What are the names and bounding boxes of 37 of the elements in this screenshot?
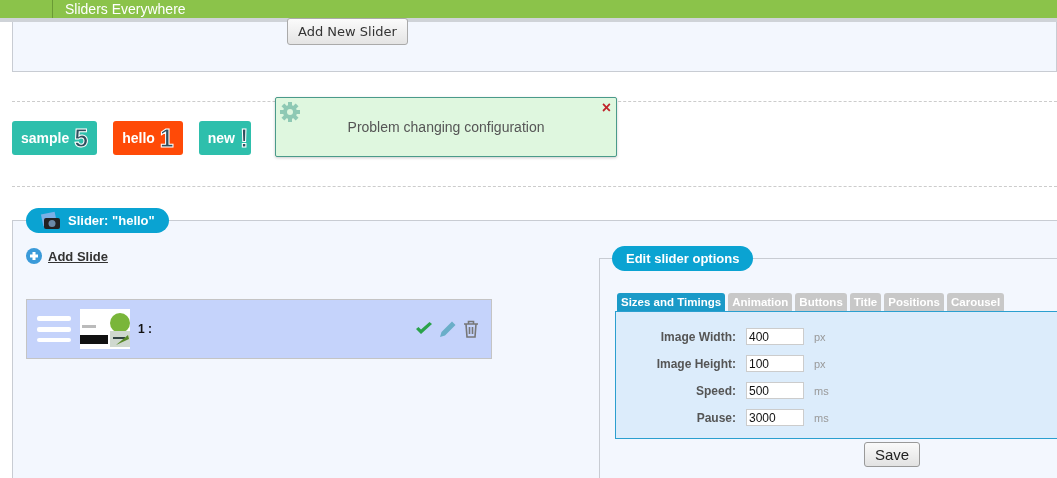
slider-tag[interactable]: new ! bbox=[198, 121, 252, 155]
unit-label: ms bbox=[814, 411, 830, 424]
slide-row[interactable]: 1 : bbox=[26, 299, 492, 359]
field-label: Image Height: bbox=[655, 356, 736, 371]
add-slider-button[interactable]: Add New Slider bbox=[287, 18, 408, 45]
add-slide-link[interactable]: Add Slide bbox=[26, 248, 108, 264]
app-title: Sliders Everywhere bbox=[52, 0, 186, 18]
slider-tag[interactable]: hello 1 bbox=[113, 121, 183, 155]
slider-title: Slider: "hello" bbox=[68, 213, 155, 228]
options-title-pill: Edit slider options bbox=[612, 246, 754, 271]
camera-icon bbox=[40, 210, 62, 231]
field-label: Image Width: bbox=[659, 329, 736, 344]
field-label: Speed: bbox=[695, 383, 736, 398]
slide-count: ! bbox=[239, 123, 249, 153]
slide-count: 5 bbox=[74, 123, 89, 153]
unit-label: px bbox=[814, 330, 827, 343]
close-button[interactable]: × bbox=[601, 100, 611, 116]
plus-icon bbox=[26, 248, 42, 264]
slider-name: sample bbox=[21, 130, 70, 146]
notification-message: Problem changing configuration bbox=[346, 119, 546, 135]
slide-count: 1 bbox=[159, 123, 174, 153]
save-button[interactable]: Save bbox=[864, 442, 921, 467]
tab[interactable]: Sizes and Timings bbox=[617, 293, 726, 311]
trash-icon[interactable] bbox=[463, 320, 479, 338]
unit-label: px bbox=[814, 357, 827, 370]
input-field[interactable]: 100 bbox=[746, 355, 804, 372]
drag-handle-icon bbox=[36, 315, 72, 343]
input-field[interactable]: 500 bbox=[746, 382, 804, 399]
slider-name: hello bbox=[122, 130, 155, 146]
input-field[interactable]: 3000 bbox=[746, 409, 804, 426]
field-label: Pause: bbox=[695, 410, 736, 425]
check-icon[interactable] bbox=[415, 321, 433, 337]
input-field[interactable]: 400 bbox=[746, 328, 804, 345]
slider-name: new bbox=[207, 130, 235, 146]
unit-label: ms bbox=[814, 384, 830, 397]
slide-label: 1 : bbox=[138, 322, 152, 336]
pencil-icon[interactable] bbox=[439, 320, 457, 338]
